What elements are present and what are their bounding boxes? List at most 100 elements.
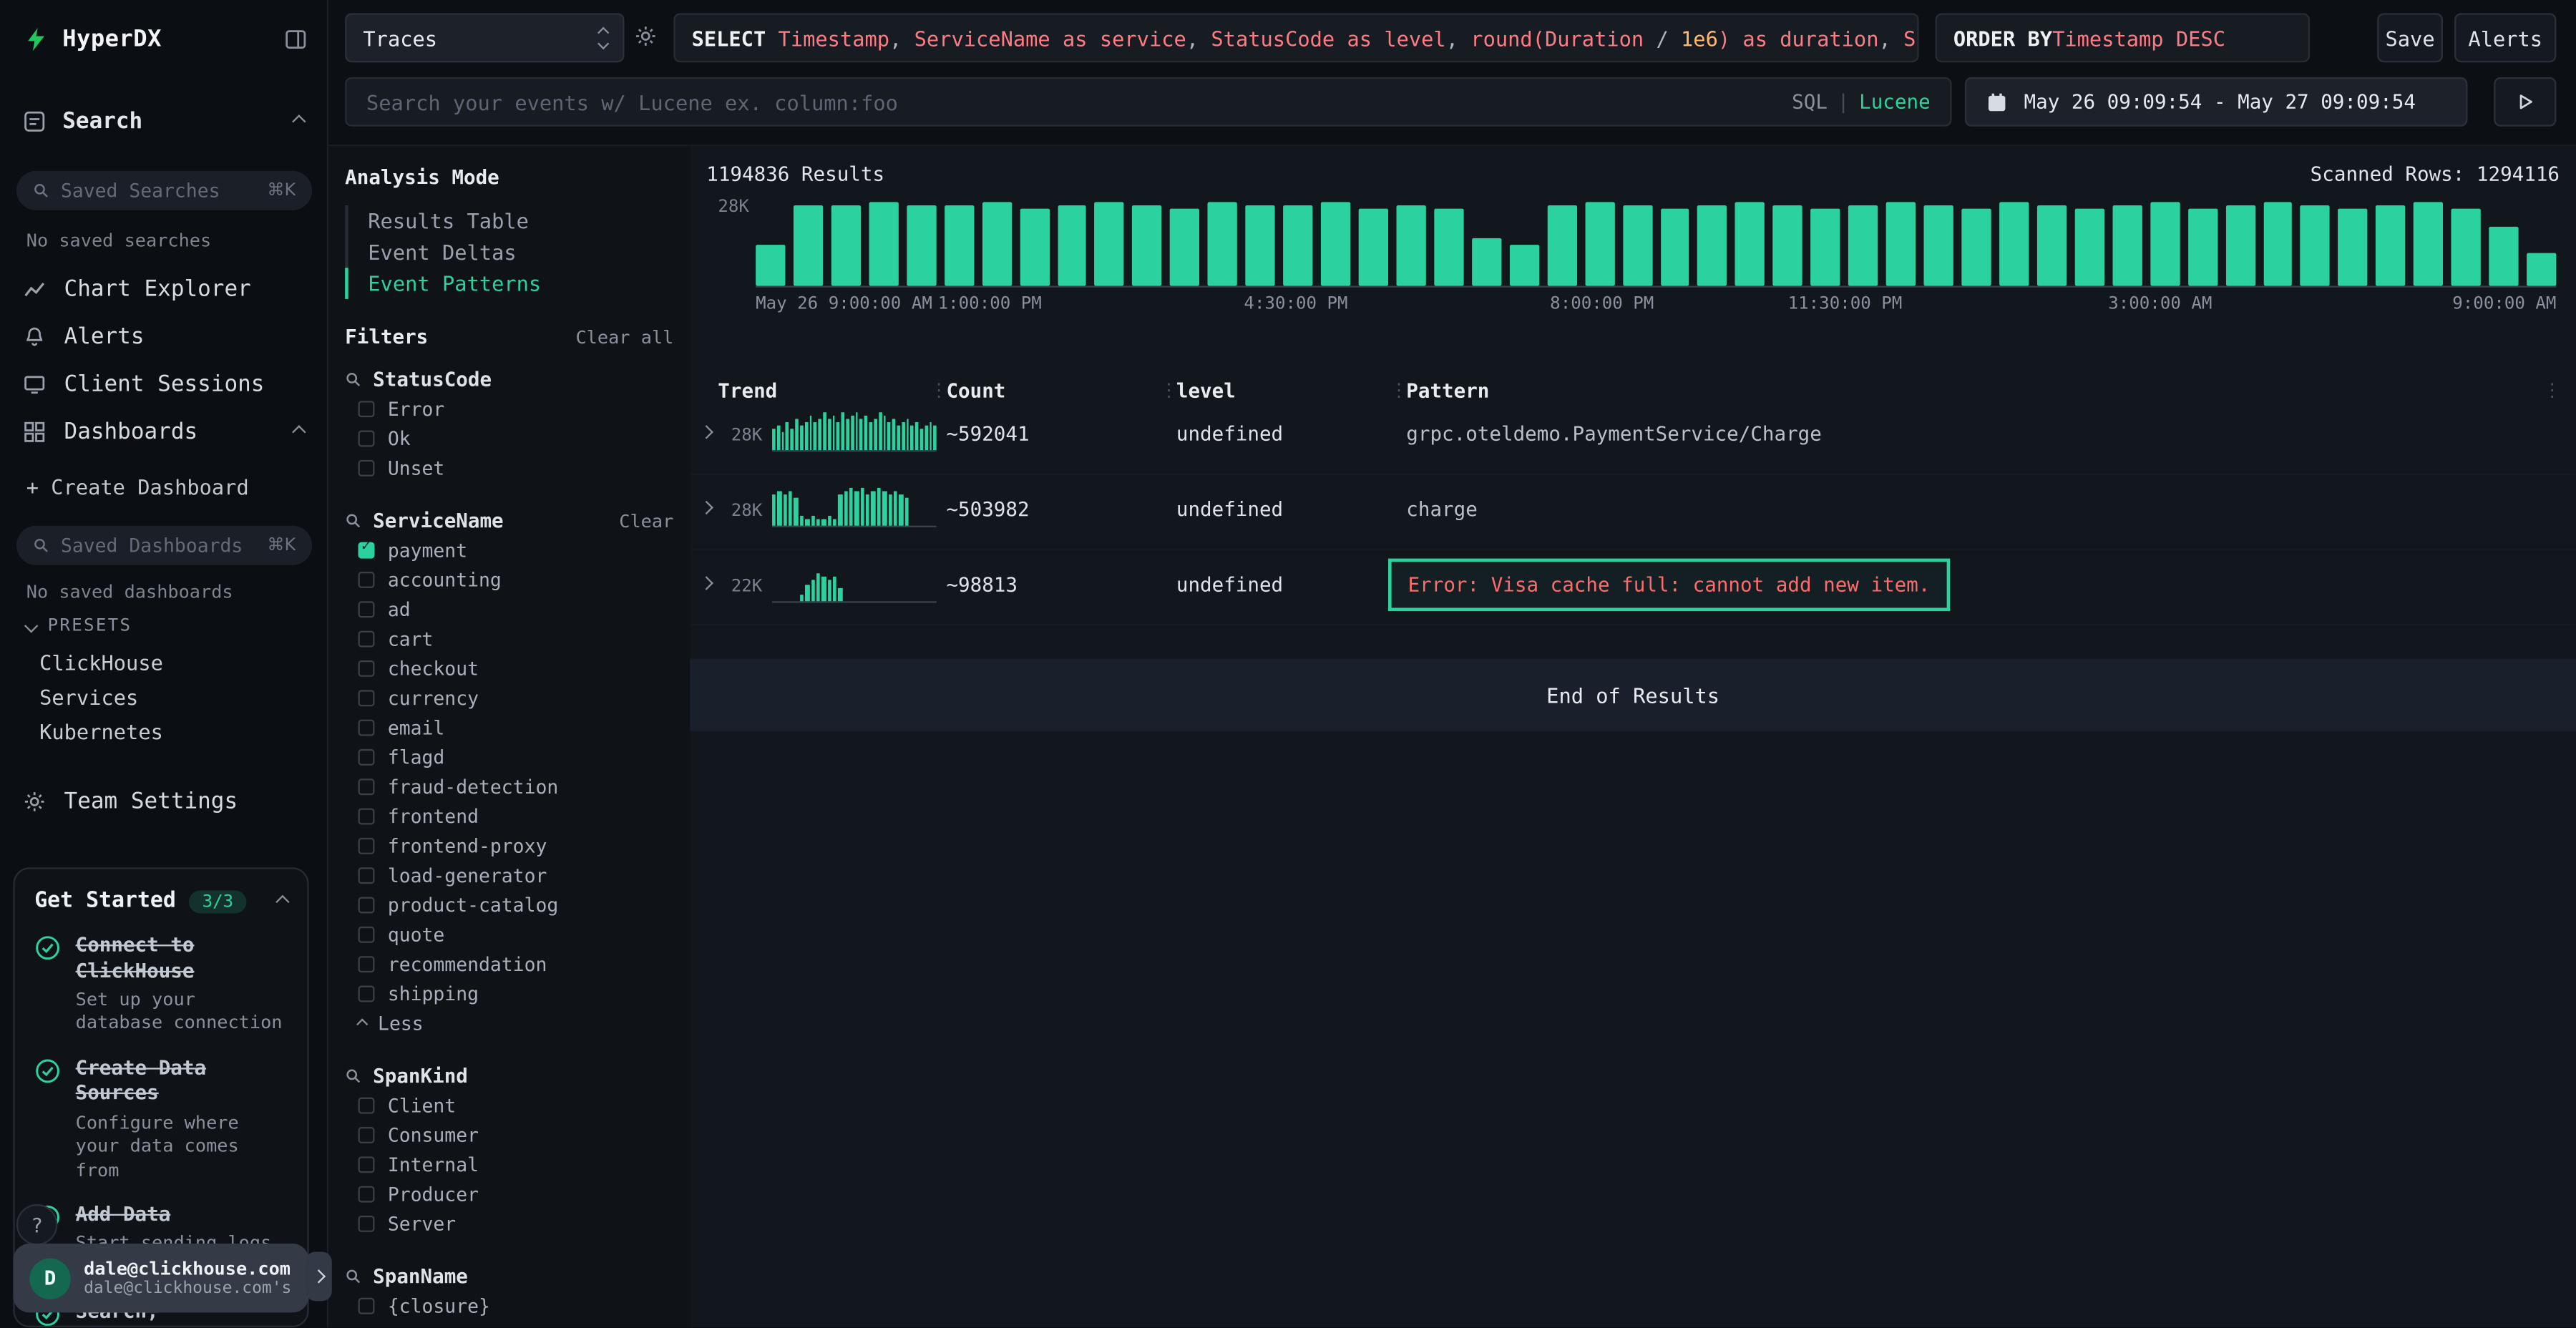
lucene-search-input[interactable]: Search your events w/ Lucene ex. column:… bbox=[345, 77, 1951, 127]
histogram-bar[interactable] bbox=[1961, 208, 1991, 286]
histogram-bar[interactable] bbox=[2074, 208, 2104, 286]
filter-option[interactable]: load-generator bbox=[345, 861, 673, 890]
save-button[interactable]: Save bbox=[2377, 13, 2443, 62]
filter-option[interactable]: {closure} bbox=[345, 1292, 673, 1321]
filter-option[interactable]: cart bbox=[345, 624, 673, 653]
filter-option[interactable]: Unset bbox=[345, 454, 673, 483]
filter-option[interactable]: currency bbox=[345, 683, 673, 713]
filter-option[interactable]: Error bbox=[345, 394, 673, 424]
filter-option[interactable]: email bbox=[345, 713, 673, 742]
histogram-bar[interactable] bbox=[944, 205, 973, 285]
histogram-bar[interactable] bbox=[1698, 205, 1727, 285]
histogram-bar[interactable] bbox=[2187, 208, 2217, 286]
analysis-mode-event-patterns[interactable]: Event Patterns bbox=[345, 268, 673, 299]
checkbox[interactable] bbox=[358, 838, 375, 854]
histogram-bar[interactable] bbox=[1283, 205, 1312, 285]
filter-option[interactable]: Consumer bbox=[345, 1120, 673, 1150]
sidebar-collapse-icon[interactable] bbox=[284, 28, 307, 51]
filter-option[interactable]: fraud-detection bbox=[345, 772, 673, 801]
get-started-item[interactable]: Create Data SourcesConfigure where your … bbox=[34, 1056, 288, 1183]
histogram-bar[interactable] bbox=[907, 205, 936, 285]
table-options-icon[interactable]: ⋮ bbox=[2543, 379, 2561, 401]
histogram-bar[interactable] bbox=[794, 205, 823, 285]
table-row[interactable]: 28K ~592041 undefined grpc.oteldemo.Paym… bbox=[690, 399, 2576, 475]
checkbox[interactable] bbox=[358, 1216, 375, 1232]
sql-select-editor[interactable]: SELECT Timestamp, ServiceName as service… bbox=[673, 13, 1918, 62]
preset-services[interactable]: Services bbox=[39, 685, 138, 709]
histogram-bar[interactable] bbox=[1547, 205, 1576, 285]
histogram-bar[interactable] bbox=[1095, 202, 1124, 285]
filter-option[interactable]: product-catalog bbox=[345, 890, 673, 919]
run-query-button[interactable] bbox=[2494, 77, 2556, 127]
column-resize-handle[interactable]: ⋮ bbox=[1160, 379, 1178, 401]
histogram-bar[interactable] bbox=[1396, 205, 1425, 285]
highlighted-pattern-box[interactable]: Error: Visa cache full: cannot add new i… bbox=[1388, 559, 1950, 611]
date-range-picker[interactable]: May 26 09:09:54 - May 27 09:09:54 bbox=[1965, 77, 2468, 127]
histogram-bar[interactable] bbox=[1057, 205, 1086, 285]
filter-option[interactable]: flagd bbox=[345, 743, 673, 772]
row-expand-chevron-icon[interactable] bbox=[699, 501, 713, 514]
histogram-bar[interactable] bbox=[1924, 205, 1953, 285]
sidebar-expand-handle[interactable] bbox=[306, 1251, 332, 1301]
get-started-header[interactable]: Get Started 3/3 bbox=[34, 889, 288, 913]
checkbox[interactable] bbox=[358, 1156, 375, 1173]
histogram-bar[interactable] bbox=[2263, 202, 2293, 285]
checkbox[interactable] bbox=[358, 956, 375, 972]
table-row[interactable]: 28K ~503982 undefined charge bbox=[690, 475, 2576, 551]
checkbox[interactable] bbox=[358, 809, 375, 825]
histogram-bar[interactable] bbox=[1020, 208, 1049, 286]
checkbox[interactable] bbox=[358, 720, 375, 736]
sql-mode-button[interactable]: SQL bbox=[1792, 90, 1828, 113]
checkbox[interactable] bbox=[358, 601, 375, 617]
histogram-bar[interactable] bbox=[1886, 202, 1916, 285]
user-menu[interactable]: D dale@clickhouse.com dale@clickhouse.co… bbox=[13, 1244, 308, 1312]
checkbox[interactable] bbox=[358, 572, 375, 588]
histogram-bar[interactable] bbox=[1735, 202, 1765, 285]
histogram-bar[interactable] bbox=[1472, 238, 1501, 286]
filter-option[interactable]: Ok bbox=[345, 424, 673, 453]
checkbox[interactable] bbox=[358, 1127, 375, 1143]
histogram-bar[interactable] bbox=[1999, 202, 2029, 285]
checkbox[interactable] bbox=[358, 460, 375, 477]
filter-option[interactable]: accounting bbox=[345, 565, 673, 595]
checkbox[interactable] bbox=[358, 1186, 375, 1203]
clear-all-filters-link[interactable]: Clear all bbox=[575, 326, 673, 348]
sidebar-item-alerts[interactable]: Alerts bbox=[23, 314, 304, 360]
checkbox[interactable] bbox=[358, 401, 375, 417]
checkbox[interactable] bbox=[358, 690, 375, 706]
histogram-bar[interactable] bbox=[1208, 202, 1237, 285]
filter-option[interactable]: Producer bbox=[345, 1179, 673, 1209]
table-row[interactable]: 22K ~98813 undefined Error: Visa cache f… bbox=[690, 550, 2576, 626]
checkbox[interactable] bbox=[358, 1098, 375, 1114]
show-less-toggle[interactable]: Less bbox=[345, 1009, 673, 1038]
histogram-bar[interactable] bbox=[1622, 205, 1652, 285]
preset-clickhouse[interactable]: ClickHouse bbox=[39, 650, 163, 675]
sidebar-item-dashboards[interactable]: Dashboards bbox=[23, 409, 304, 455]
histogram-bar[interactable] bbox=[1170, 208, 1199, 286]
row-expand-chevron-icon[interactable] bbox=[699, 576, 713, 590]
histogram-bar[interactable] bbox=[831, 205, 860, 285]
histogram-bar[interactable] bbox=[1359, 208, 1388, 286]
filter-option[interactable]: frontend-proxy bbox=[345, 831, 673, 861]
saved-dashboards-input[interactable]: Saved Dashboards ⌘K bbox=[16, 526, 312, 565]
column-resize-handle[interactable]: ⋮ bbox=[1390, 379, 1407, 401]
histogram-bar[interactable] bbox=[2150, 202, 2180, 285]
histogram-bar[interactable] bbox=[1321, 202, 1350, 285]
checkbox[interactable] bbox=[358, 631, 375, 648]
checkbox[interactable] bbox=[358, 867, 375, 884]
source-select[interactable]: Traces bbox=[345, 13, 624, 62]
checkbox[interactable] bbox=[358, 431, 375, 447]
histogram-bar[interactable] bbox=[756, 244, 785, 286]
histogram-bar[interactable] bbox=[2489, 226, 2519, 285]
sidebar-item-team-settings[interactable]: Team Settings bbox=[23, 778, 304, 824]
filter-option[interactable]: /flagd.evaluation.v1.Se bbox=[345, 1321, 673, 1327]
histogram-bar[interactable] bbox=[1811, 208, 1840, 286]
histogram-bar[interactable] bbox=[2376, 205, 2406, 285]
filter-option[interactable]: recommendation bbox=[345, 949, 673, 979]
analysis-mode-event-deltas[interactable]: Event Deltas bbox=[345, 237, 673, 268]
order-by-editor[interactable]: ORDER BY Timestamp DESC bbox=[1936, 13, 2310, 62]
preset-kubernetes[interactable]: Kubernetes bbox=[39, 720, 163, 744]
filter-option[interactable]: frontend bbox=[345, 801, 673, 831]
histogram-bar[interactable] bbox=[1133, 205, 1162, 285]
filter-option[interactable]: shipping bbox=[345, 979, 673, 1008]
